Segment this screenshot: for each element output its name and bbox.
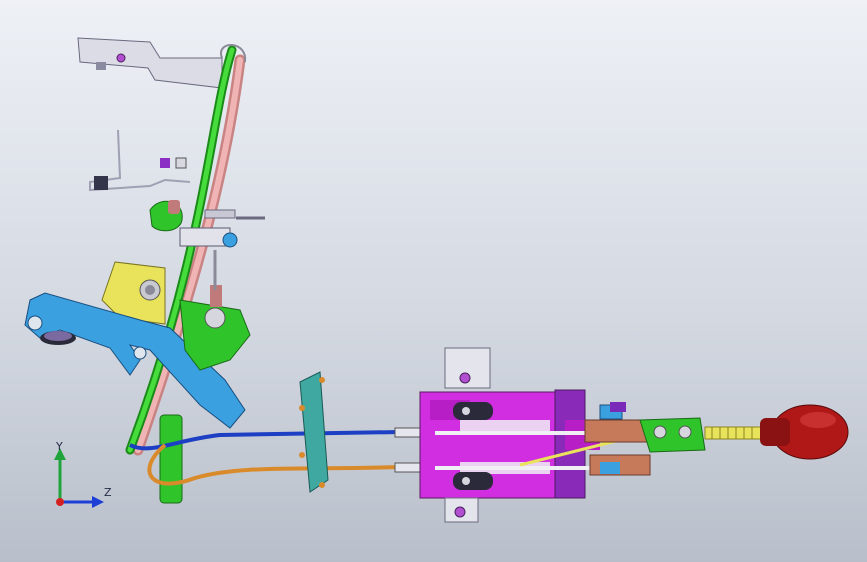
shift-knob[interactable]: [760, 404, 849, 460]
selector-linkage: [584, 402, 656, 476]
top-mounting-bracket: [77, 37, 223, 89]
housing-bottom-bracket: [444, 497, 479, 523]
knob-mount: [639, 417, 706, 453]
lower-green-bar: [159, 414, 183, 504]
y-axis-label: Y: [56, 440, 63, 453]
threaded-shaft: [704, 426, 766, 440]
wire-bracket: [89, 129, 191, 192]
z-axis-arrowhead: [92, 496, 104, 508]
cad-viewport[interactable]: Y Z: [0, 0, 867, 562]
orange-select-cable: [147, 443, 401, 486]
housing-top-bracket: [444, 347, 491, 389]
x-axis-dot: [56, 498, 64, 506]
z-axis-label: Z: [104, 486, 112, 499]
magenta-shifter-housing: [419, 389, 600, 499]
